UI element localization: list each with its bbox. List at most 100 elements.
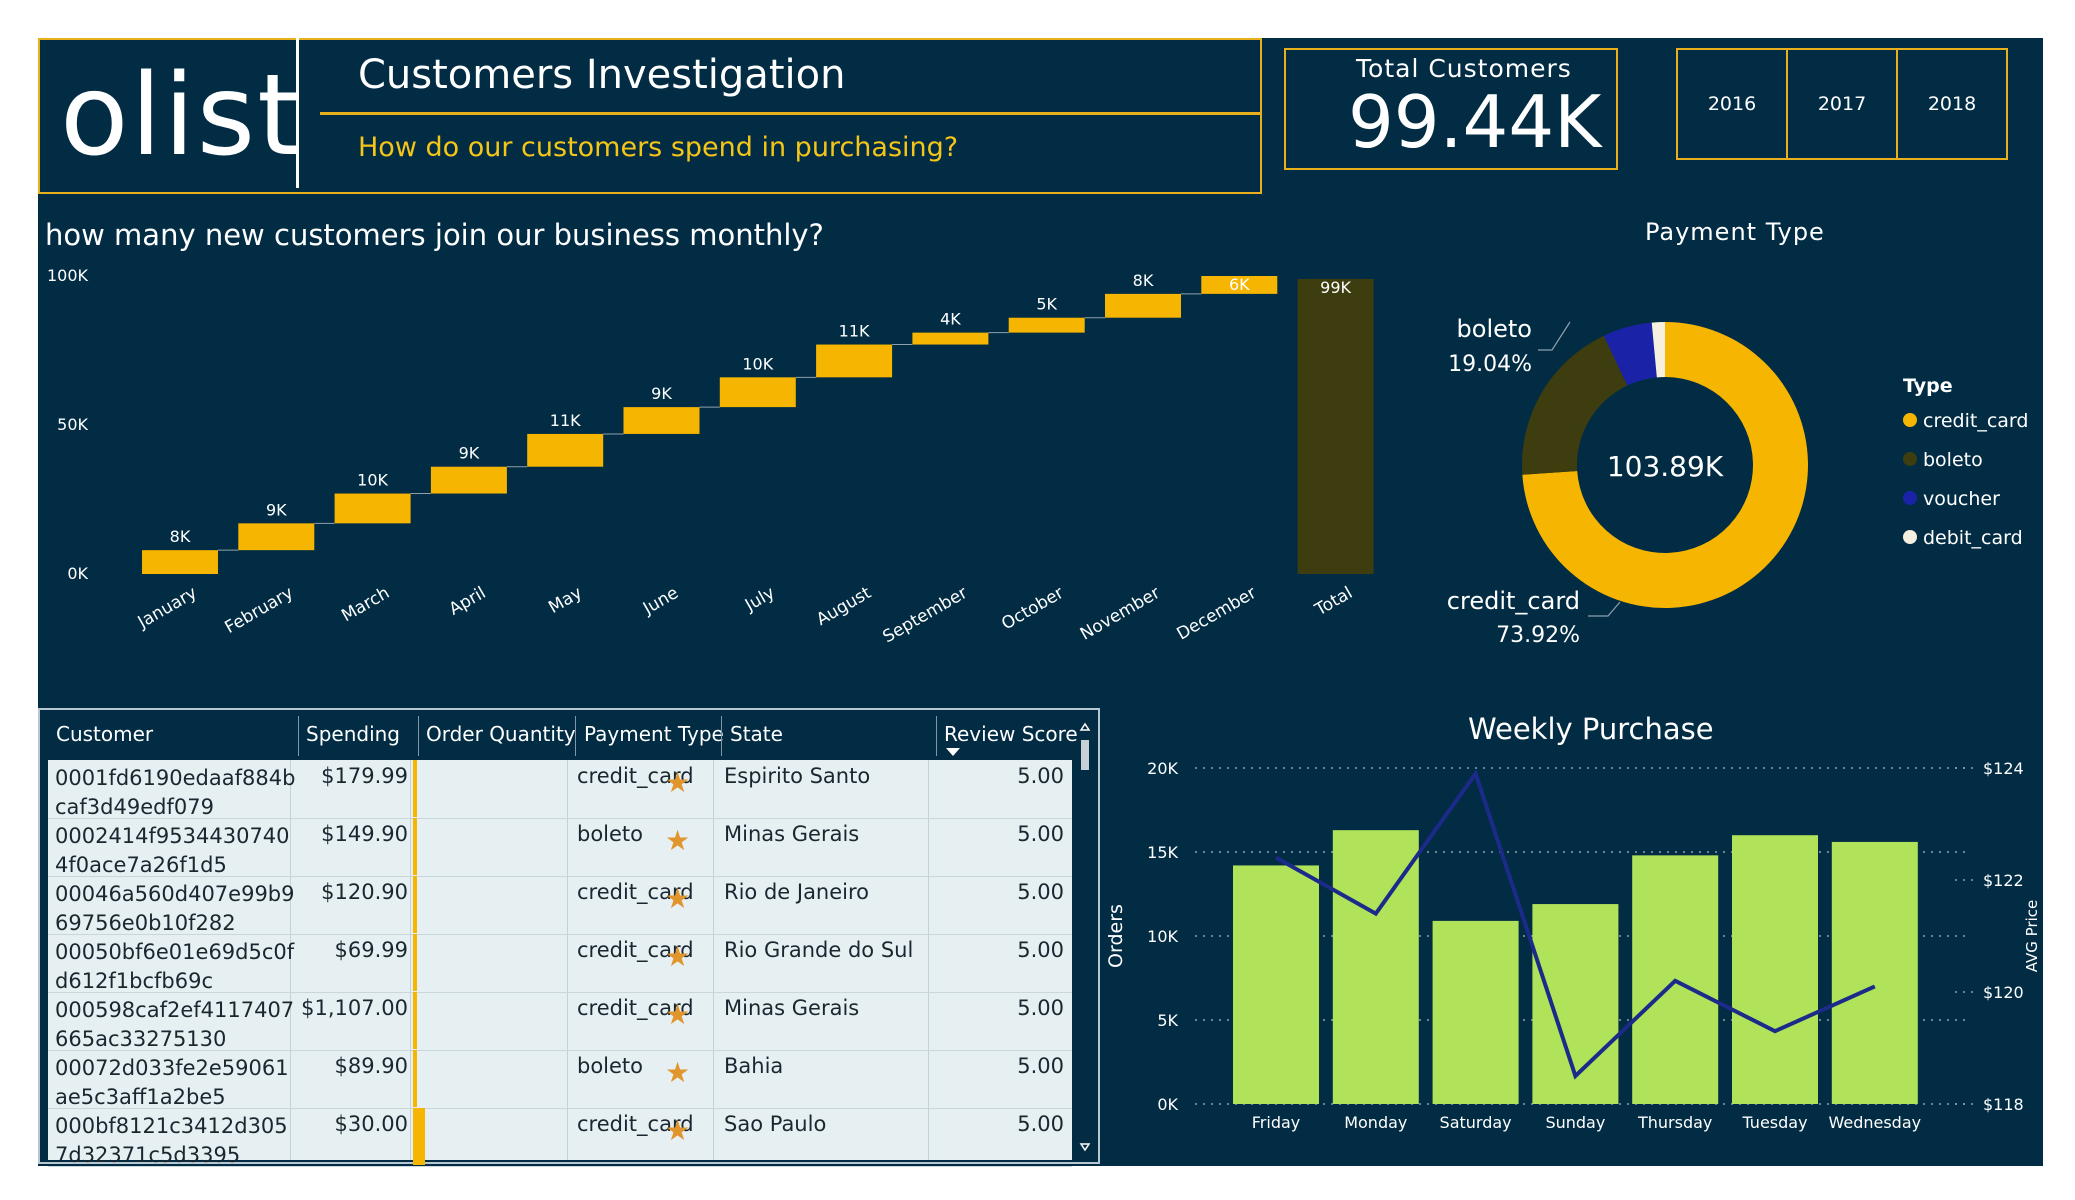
year-button-2018[interactable]: 2018	[1896, 48, 2008, 160]
review-star-icon: ★	[665, 824, 691, 857]
col-header-state[interactable]: State	[730, 722, 783, 746]
waterfall-data-label: 9K	[266, 500, 287, 519]
weekly-y-tick: 10K	[1147, 927, 1178, 946]
waterfall-x-label: December	[1173, 583, 1259, 644]
table-row[interactable]: 000598caf2ef4117407 665ac33275130 $1,107.…	[48, 992, 1072, 1051]
legend-swatch[interactable]	[1903, 452, 1917, 466]
table-row[interactable]: 000bf8121c3412d305 7d32371c5d3395 $30.00 c…	[48, 1108, 1072, 1167]
state-cell: Espirito Santo	[724, 764, 871, 788]
weekly-purchase-chart: 20K 15K 10K 5K 0K $124 $122 $120 $118 Orders AVG P…	[1105, 759, 2041, 1132]
table-row[interactable]: 0001fd6190edaaf884b caf3d49edf079 $179.99…	[48, 760, 1072, 819]
legend-swatch[interactable]	[1903, 413, 1917, 427]
col-header-review-score[interactable]: Review Score	[944, 722, 1078, 746]
weekly-x-label: Sunday	[1545, 1113, 1605, 1132]
legend-swatch[interactable]	[1903, 491, 1917, 505]
credit-card-callout-pct: 73.92%	[1496, 623, 1580, 648]
order-quantity-bar	[413, 992, 417, 1049]
weekly-y2-tick: $124	[1983, 759, 2024, 778]
spending-cell: $89.90	[334, 1054, 408, 1078]
legend-item-debit-card[interactable]: debit_card	[1923, 527, 2023, 549]
sort-desc-icon[interactable]	[946, 748, 962, 758]
year-button-2017[interactable]: 2017	[1786, 48, 1898, 160]
weekly-bar[interactable]	[1732, 835, 1818, 1104]
table-row[interactable]: 00072d033fe2e59061 ae5c3aff1a2be5 $89.90 b…	[48, 1050, 1072, 1109]
table-row[interactable]: 00046a560d407e99b9 69756e0b10f282 $120.90…	[48, 876, 1072, 935]
waterfall-bar[interactable]	[238, 523, 315, 551]
page-subtitle: How do our customers spend in purchasing…	[358, 132, 959, 163]
spending-cell: $69.99	[334, 938, 408, 962]
review-star-icon: ★	[665, 1114, 691, 1147]
waterfall-bar[interactable]	[1105, 293, 1181, 318]
payment-type-cell: boleto	[577, 822, 644, 846]
col-header-customer[interactable]: Customer	[56, 722, 153, 746]
customer-table: Customer Spending Order Quantity Payment…	[38, 708, 1100, 1167]
year-button-2016[interactable]: 2016	[1676, 48, 1788, 160]
waterfall-bar[interactable]	[816, 344, 893, 378]
legend-swatch[interactable]	[1903, 530, 1917, 544]
col-header-order-quantity[interactable]: Order Quantity	[426, 722, 576, 746]
donut-center-label: 103.89K	[1607, 450, 1724, 483]
payment-type-title: Payment Type	[1645, 218, 1825, 246]
credit-card-leader-line	[1588, 601, 1621, 617]
order-quantity-bar	[413, 760, 417, 817]
waterfall-data-label: 10K	[742, 354, 773, 373]
weekly-bar[interactable]	[1831, 841, 1918, 1104]
order-quantity-bar	[413, 934, 417, 991]
waterfall-bar[interactable]	[1008, 317, 1085, 333]
waterfall-data-label: 6K	[1229, 275, 1250, 294]
table-scrollbar[interactable]	[1079, 722, 1091, 1154]
review-star-icon: ★	[665, 882, 691, 915]
order-quantity-bar	[413, 818, 417, 875]
table-row[interactable]: 0002414f9534430740 4f0ace7a26f1d5 $149.90…	[48, 818, 1072, 877]
review-star-icon: ★	[665, 766, 691, 799]
waterfall-bar[interactable]	[623, 407, 700, 434]
weekly-x-label: Monday	[1344, 1113, 1407, 1132]
kpi-label: Total Customers	[1356, 54, 1572, 83]
waterfall-bar[interactable]	[912, 332, 989, 345]
col-header-spending[interactable]: Spending	[306, 722, 400, 746]
customer-id-cell: 0002414f9534430740 4f0ace7a26f1d5	[55, 824, 290, 877]
waterfall-bar[interactable]	[719, 377, 796, 408]
waterfall-y-tick: 100K	[47, 266, 89, 285]
waterfall-data-label: 9K	[459, 444, 480, 463]
customer-id-cell: 00072d033fe2e59061 ae5c3aff1a2be5	[55, 1056, 289, 1109]
weekly-bar[interactable]	[1432, 920, 1519, 1104]
waterfall-bar[interactable]	[334, 493, 411, 524]
year-slicer: 2016 2017 2018	[1676, 48, 2010, 160]
waterfall-x-label: October	[998, 583, 1067, 634]
weekly-x-label: Thursday	[1637, 1113, 1712, 1132]
legend-item-boleto[interactable]: boleto	[1923, 449, 1983, 471]
legend-title: Type	[1903, 375, 1953, 397]
table-row[interactable]: 00050bf6e01e69d5c0f d612f1bcfb69c $69.99 c…	[48, 934, 1072, 993]
spending-cell: $179.99	[321, 764, 408, 788]
weekly-y2-tick: $120	[1983, 983, 2024, 1002]
review-score-cell: 5.00	[1017, 996, 1064, 1020]
order-quantity-bar	[413, 1050, 417, 1107]
review-score-cell: 5.00	[1017, 764, 1064, 788]
weekly-x-label: Friday	[1252, 1113, 1301, 1132]
waterfall-x-label: July	[741, 583, 778, 616]
waterfall-bar[interactable]	[142, 550, 218, 574]
weekly-x-label: Tuesday	[1741, 1113, 1807, 1132]
waterfall-x-label: March	[338, 583, 393, 626]
waterfall-bar[interactable]	[1297, 278, 1374, 574]
waterfall-data-label: 11K	[550, 411, 581, 430]
waterfall-title: how many new customers join our business…	[45, 218, 824, 252]
review-score-cell: 5.00	[1017, 880, 1064, 904]
weekly-x-label: Saturday	[1440, 1113, 1512, 1132]
kpi-value: 99.44K	[1348, 80, 1602, 164]
spending-cell: $30.00	[334, 1112, 408, 1136]
col-header-payment-type[interactable]: Payment Type	[584, 722, 724, 746]
boleto-callout-name: boleto	[1457, 315, 1532, 343]
review-star-icon: ★	[665, 1056, 691, 1089]
state-cell: Sao Paulo	[724, 1112, 827, 1136]
waterfall-bar[interactable]	[430, 466, 507, 494]
waterfall-bar[interactable]	[527, 433, 604, 467]
waterfall-data-label: 11K	[839, 322, 870, 341]
waterfall-x-label: November	[1077, 583, 1164, 645]
waterfall-x-label: April	[446, 583, 490, 620]
legend-item-credit-card[interactable]: credit_card	[1923, 410, 2028, 432]
weekly-bar[interactable]	[1233, 865, 1319, 1104]
customer-id-cell: 00046a560d407e99b9 69756e0b10f282	[55, 882, 295, 935]
legend-item-voucher[interactable]: voucher	[1923, 488, 2000, 510]
